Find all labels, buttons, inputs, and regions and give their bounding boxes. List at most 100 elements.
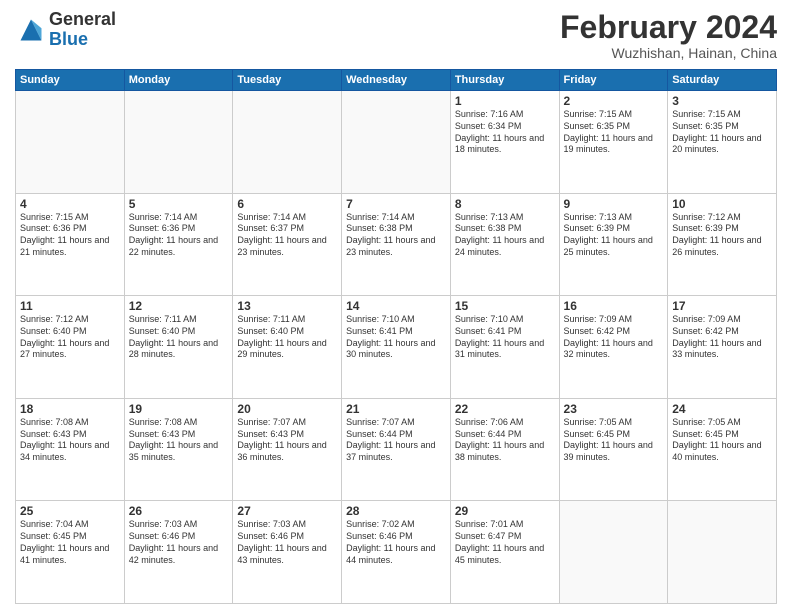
calendar-week-row: 18 Sunrise: 7:08 AMSunset: 6:43 PMDayligh… (16, 398, 777, 501)
logo-text: General Blue (49, 10, 116, 50)
calendar-cell: 8Sunrise: 7:13 AMSunset: 6:38 PMDaylight… (450, 193, 559, 296)
day-number: 29 (455, 504, 555, 518)
day-number: 15 (455, 299, 555, 313)
calendar-cell: 11Sunrise: 7:12 AMSunset: 6:40 PMDayligh… (16, 296, 125, 399)
calendar-cell: 23Sunrise: 7:05 AMSunset: 6:45 PMDayligh… (559, 398, 668, 501)
day-number: 27 (237, 504, 337, 518)
calendar-cell (342, 91, 451, 194)
day-number: 14 (346, 299, 446, 313)
day-info: Sunrise: 7:14 AMSunset: 6:36 PMDaylight:… (129, 212, 229, 259)
calendar-header-row: SundayMondayTuesdayWednesdayThursdayFrid… (16, 70, 777, 91)
day-number: 24 (672, 402, 772, 416)
day-info: Sunrise: 7:05 AMSunset: 6:45 PMDaylight:… (672, 417, 772, 464)
calendar-cell (16, 91, 125, 194)
calendar-cell: 10Sunrise: 7:12 AMSunset: 6:39 PMDayligh… (668, 193, 777, 296)
col-header-monday: Monday (124, 70, 233, 91)
day-info: Sunrise: 7:10 AMSunset: 6:41 PMDaylight:… (455, 314, 555, 361)
day-number: 6 (237, 197, 337, 211)
day-info: Sunrise: 7:11 AMSunset: 6:40 PMDaylight:… (237, 314, 337, 361)
calendar-week-row: 11Sunrise: 7:12 AMSunset: 6:40 PMDayligh… (16, 296, 777, 399)
calendar-table: SundayMondayTuesdayWednesdayThursdayFrid… (15, 69, 777, 604)
day-info: Sunrise: 7:13 AMSunset: 6:39 PMDaylight:… (564, 212, 664, 259)
calendar-cell: 28Sunrise: 7:02 AMSunset: 6:46 PMDayligh… (342, 501, 451, 604)
day-info: Sunrise: 7:04 AMSunset: 6:45 PMDaylight:… (20, 519, 120, 566)
calendar-cell: 17Sunrise: 7:09 AMSunset: 6:42 PMDayligh… (668, 296, 777, 399)
calendar-cell: 22Sunrise: 7:06 AMSunset: 6:44 PMDayligh… (450, 398, 559, 501)
col-header-tuesday: Tuesday (233, 70, 342, 91)
day-info: Sunrise: 7:07 AMSunset: 6:44 PMDaylight:… (346, 417, 446, 464)
calendar-week-row: 25Sunrise: 7:04 AMSunset: 6:45 PMDayligh… (16, 501, 777, 604)
day-number: 23 (564, 402, 664, 416)
day-info: Sunrise: 7:02 AMSunset: 6:46 PMDaylight:… (346, 519, 446, 566)
month-title: February 2024 (560, 10, 777, 45)
day-number: 28 (346, 504, 446, 518)
day-number: 12 (129, 299, 229, 313)
header: General Blue February 2024 Wuzhishan, Ha… (15, 10, 777, 61)
day-info: Sunrise: 7:11 AMSunset: 6:40 PMDaylight:… (129, 314, 229, 361)
calendar-cell: 27Sunrise: 7:03 AMSunset: 6:46 PMDayligh… (233, 501, 342, 604)
col-header-friday: Friday (559, 70, 668, 91)
calendar-cell: 26Sunrise: 7:03 AMSunset: 6:46 PMDayligh… (124, 501, 233, 604)
page: General Blue February 2024 Wuzhishan, Ha… (0, 0, 792, 612)
day-number: 16 (564, 299, 664, 313)
calendar-cell: 15Sunrise: 7:10 AMSunset: 6:41 PMDayligh… (450, 296, 559, 399)
day-info: Sunrise: 7:08 AMSunset: 6:43 PMDaylight:… (129, 417, 229, 464)
day-info: Sunrise: 7:09 AMSunset: 6:42 PMDaylight:… (672, 314, 772, 361)
calendar-cell: 4Sunrise: 7:15 AMSunset: 6:36 PMDaylight… (16, 193, 125, 296)
calendar-cell: 14Sunrise: 7:10 AMSunset: 6:41 PMDayligh… (342, 296, 451, 399)
calendar-cell (559, 501, 668, 604)
day-info: Sunrise: 7:14 AMSunset: 6:37 PMDaylight:… (237, 212, 337, 259)
calendar-cell: 2Sunrise: 7:15 AMSunset: 6:35 PMDaylight… (559, 91, 668, 194)
day-number: 13 (237, 299, 337, 313)
calendar-cell: 9Sunrise: 7:13 AMSunset: 6:39 PMDaylight… (559, 193, 668, 296)
day-number: 5 (129, 197, 229, 211)
day-info: Sunrise: 7:15 AMSunset: 6:36 PMDaylight:… (20, 212, 120, 259)
logo-general-label: General (49, 10, 116, 30)
day-number: 22 (455, 402, 555, 416)
col-header-thursday: Thursday (450, 70, 559, 91)
calendar-cell (233, 91, 342, 194)
day-number: 4 (20, 197, 120, 211)
day-info: Sunrise: 7:06 AMSunset: 6:44 PMDaylight:… (455, 417, 555, 464)
day-info: Sunrise: 7:09 AMSunset: 6:42 PMDaylight:… (564, 314, 664, 361)
day-number: 7 (346, 197, 446, 211)
calendar-cell: 25Sunrise: 7:04 AMSunset: 6:45 PMDayligh… (16, 501, 125, 604)
day-info: Sunrise: 7:05 AMSunset: 6:45 PMDaylight:… (564, 417, 664, 464)
calendar-cell: 3Sunrise: 7:15 AMSunset: 6:35 PMDaylight… (668, 91, 777, 194)
day-info: Sunrise: 7:01 AMSunset: 6:47 PMDaylight:… (455, 519, 555, 566)
calendar-cell (668, 501, 777, 604)
day-number: 19 (129, 402, 229, 416)
calendar-cell: 13Sunrise: 7:11 AMSunset: 6:40 PMDayligh… (233, 296, 342, 399)
calendar-cell: 21Sunrise: 7:07 AMSunset: 6:44 PMDayligh… (342, 398, 451, 501)
calendar-cell: 16Sunrise: 7:09 AMSunset: 6:42 PMDayligh… (559, 296, 668, 399)
day-info: Sunrise: 7:03 AMSunset: 6:46 PMDaylight:… (129, 519, 229, 566)
calendar-cell: 7Sunrise: 7:14 AMSunset: 6:38 PMDaylight… (342, 193, 451, 296)
calendar-cell: 12Sunrise: 7:11 AMSunset: 6:40 PMDayligh… (124, 296, 233, 399)
logo: General Blue (15, 10, 116, 50)
logo-blue-label: Blue (49, 30, 116, 50)
calendar-cell: 29Sunrise: 7:01 AMSunset: 6:47 PMDayligh… (450, 501, 559, 604)
day-number: 21 (346, 402, 446, 416)
day-info: Sunrise: 7:14 AMSunset: 6:38 PMDaylight:… (346, 212, 446, 259)
calendar-cell: 20Sunrise: 7:07 AMSunset: 6:43 PMDayligh… (233, 398, 342, 501)
day-info: Sunrise: 7:07 AMSunset: 6:43 PMDaylight:… (237, 417, 337, 464)
day-info: Sunrise: 7:15 AMSunset: 6:35 PMDaylight:… (672, 109, 772, 156)
day-number: 10 (672, 197, 772, 211)
day-number: 2 (564, 94, 664, 108)
calendar-cell: 18Sunrise: 7:08 AMSunset: 6:43 PMDayligh… (16, 398, 125, 501)
day-number: 25 (20, 504, 120, 518)
day-number: 9 (564, 197, 664, 211)
day-info: Sunrise: 7:10 AMSunset: 6:41 PMDaylight:… (346, 314, 446, 361)
col-header-wednesday: Wednesday (342, 70, 451, 91)
day-number: 18 (20, 402, 120, 416)
day-number: 3 (672, 94, 772, 108)
day-number: 20 (237, 402, 337, 416)
calendar-week-row: 1Sunrise: 7:16 AMSunset: 6:34 PMDaylight… (16, 91, 777, 194)
day-number: 11 (20, 299, 120, 313)
day-info: Sunrise: 7:12 AMSunset: 6:40 PMDaylight:… (20, 314, 120, 361)
day-info: Sunrise: 7:03 AMSunset: 6:46 PMDaylight:… (237, 519, 337, 566)
calendar-cell: 1Sunrise: 7:16 AMSunset: 6:34 PMDaylight… (450, 91, 559, 194)
calendar-cell: 5Sunrise: 7:14 AMSunset: 6:36 PMDaylight… (124, 193, 233, 296)
day-number: 26 (129, 504, 229, 518)
day-info: Sunrise: 7:15 AMSunset: 6:35 PMDaylight:… (564, 109, 664, 156)
